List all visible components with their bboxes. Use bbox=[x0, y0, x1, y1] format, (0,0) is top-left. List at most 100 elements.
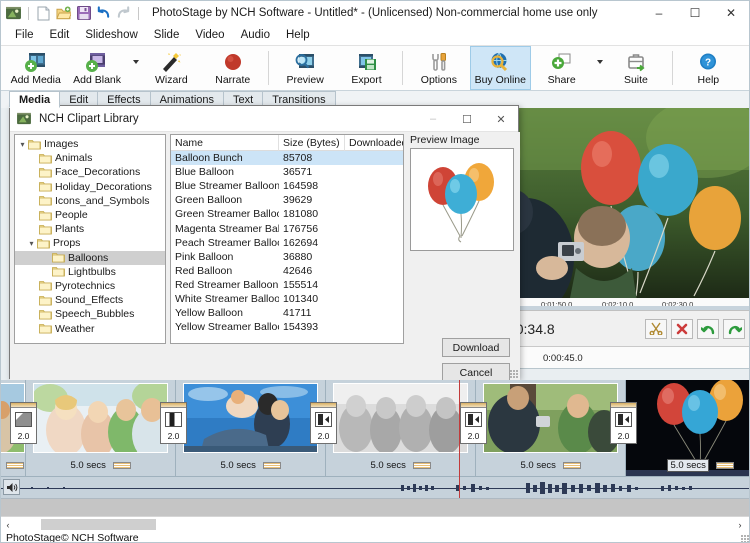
help-label: Help bbox=[697, 74, 720, 86]
add-blank-dropdown[interactable] bbox=[128, 46, 141, 90]
transition-marker[interactable]: 2.0 bbox=[610, 402, 637, 444]
table-row[interactable]: Green Balloon 39629 bbox=[171, 193, 403, 207]
clip-grip-handle[interactable] bbox=[262, 461, 281, 469]
menu-slideshow[interactable]: Slideshow bbox=[77, 27, 145, 43]
table-row[interactable]: Red Balloon 42646 bbox=[171, 264, 403, 278]
table-row[interactable]: Yellow Streamer Balloon 154393 bbox=[171, 320, 403, 334]
menu-help[interactable]: Help bbox=[278, 27, 318, 43]
tree-item-weather[interactable]: Weather bbox=[15, 321, 165, 335]
delete-clip-button[interactable] bbox=[671, 318, 693, 339]
list-item[interactable]: 5.0 secs 2.0 bbox=[26, 380, 187, 476]
tree-item-pyrotechnics[interactable]: Pyrotechnics bbox=[15, 279, 165, 293]
dialog-maximize-button[interactable]: ☐ bbox=[450, 106, 484, 132]
menu-slide[interactable]: Slide bbox=[146, 27, 188, 43]
minimize-button[interactable]: – bbox=[641, 1, 677, 25]
menu-audio[interactable]: Audio bbox=[233, 27, 278, 43]
rotate-right-button[interactable] bbox=[723, 318, 745, 339]
add-media-button[interactable]: Add Media bbox=[5, 46, 66, 90]
list-item[interactable]: 5.0 secs 2.0 bbox=[326, 380, 487, 476]
tree-item-people[interactable]: People bbox=[15, 208, 165, 222]
column-header-name[interactable]: Name bbox=[171, 135, 279, 151]
category-tree[interactable]: ▾ Images Animals Face_Decorations Holida… bbox=[14, 134, 166, 344]
dialog-minimize-button[interactable]: – bbox=[416, 106, 450, 132]
tree-item-icons-and-symbols[interactable]: Icons_and_Symbols bbox=[15, 194, 165, 208]
split-clip-button[interactable] bbox=[645, 318, 667, 339]
clipart-list[interactable]: Name Size (Bytes) Downloaded Balloon Bun… bbox=[170, 134, 404, 344]
audio-track[interactable] bbox=[1, 476, 749, 498]
table-row[interactable]: Magenta Streamer Balloon 176756 bbox=[171, 221, 403, 235]
wizard-button[interactable]: Wizard bbox=[141, 46, 202, 90]
share-button[interactable]: Share bbox=[531, 46, 592, 90]
tree-item-holiday-decorations[interactable]: Holiday_Decorations bbox=[15, 180, 165, 194]
table-row[interactable]: White Streamer Balloon 101340 bbox=[171, 292, 403, 306]
timeline-hscrollbar[interactable]: ‹ › bbox=[1, 516, 749, 532]
maximize-button[interactable]: ☐ bbox=[677, 1, 713, 25]
column-header-size[interactable]: Size (Bytes) bbox=[279, 135, 345, 151]
buy-online-button[interactable]: Buy Online bbox=[469, 46, 531, 90]
dialog-close-button[interactable]: ✕ bbox=[484, 106, 518, 132]
transition-marker[interactable]: 2.0 bbox=[310, 402, 337, 444]
help-button[interactable]: ? Help bbox=[678, 46, 739, 90]
table-row[interactable]: Green Streamer Balloon 181080 bbox=[171, 207, 403, 221]
transition-marker[interactable]: 2.0 bbox=[160, 402, 187, 444]
tree-item-lightbulbs[interactable]: Lightbulbs bbox=[15, 265, 165, 279]
options-button[interactable]: Options bbox=[408, 46, 469, 90]
menu-video[interactable]: Video bbox=[187, 27, 232, 43]
new-icon[interactable] bbox=[35, 5, 52, 22]
narrate-button[interactable]: Narrate bbox=[202, 46, 263, 90]
speaker-icon[interactable] bbox=[3, 479, 20, 495]
app-logo-icon[interactable] bbox=[5, 5, 22, 22]
tree-item-animals[interactable]: Animals bbox=[15, 151, 165, 165]
table-row[interactable]: Yellow Balloon 41711 bbox=[171, 306, 403, 320]
tree-item-sound-effects[interactable]: Sound_Effects bbox=[15, 293, 165, 307]
undo-icon[interactable] bbox=[95, 5, 112, 22]
playhead[interactable] bbox=[459, 380, 460, 498]
save-icon[interactable] bbox=[75, 5, 92, 22]
table-row[interactable]: Red Streamer Balloon 155514 bbox=[171, 278, 403, 292]
chevron-down-icon[interactable]: ▾ bbox=[17, 140, 28, 149]
share-dropdown[interactable] bbox=[592, 46, 605, 90]
chevron-down-icon[interactable]: ▾ bbox=[26, 239, 37, 248]
tree-item-props[interactable]: ▾ Props bbox=[15, 236, 165, 250]
list-item[interactable]: 2.0 bbox=[1, 380, 37, 476]
transition-marker[interactable]: 2.0 bbox=[460, 402, 487, 444]
suite-button[interactable]: Suite bbox=[605, 46, 666, 90]
list-item[interactable]: 5.0 secs 2.0 bbox=[176, 380, 337, 476]
rotate-left-button[interactable] bbox=[697, 318, 719, 339]
export-button[interactable]: Export bbox=[336, 46, 397, 90]
table-row[interactable]: Blue Balloon 36571 bbox=[171, 165, 403, 179]
clip-grip-handle[interactable] bbox=[412, 461, 431, 469]
list-item[interactable]: 5.0 secs 2.0 bbox=[476, 380, 637, 476]
clip-strip[interactable]: 2.0 5.0 secs 2.0 5.0 secs 2.0 5.0 secs 2… bbox=[1, 380, 749, 476]
window-resize-grip[interactable] bbox=[741, 535, 749, 542]
table-row[interactable]: Peach Streamer Balloon 162694 bbox=[171, 236, 403, 250]
scroll-thumb[interactable] bbox=[41, 519, 156, 530]
column-header-downloaded[interactable]: Downloaded bbox=[345, 135, 403, 151]
tree-item-face-decorations[interactable]: Face_Decorations bbox=[15, 165, 165, 179]
close-button[interactable]: ✕ bbox=[713, 1, 749, 25]
tree-item-speech-bubbles[interactable]: Speech_Bubbles bbox=[15, 307, 165, 321]
transition-marker[interactable]: 2.0 bbox=[10, 402, 37, 444]
list-item[interactable]: 5.0 secs 2.0 bbox=[626, 380, 749, 476]
table-row[interactable]: Pink Balloon 36880 bbox=[171, 250, 403, 264]
menu-edit[interactable]: Edit bbox=[42, 27, 78, 43]
clip-grip-handle[interactable] bbox=[112, 461, 131, 469]
add-blank-button[interactable]: Add Blank bbox=[66, 46, 127, 90]
clip-grip-handle[interactable] bbox=[6, 461, 24, 469]
clip-grip-handle[interactable] bbox=[562, 461, 581, 469]
tree-item-plants[interactable]: Plants bbox=[15, 222, 165, 236]
scroll-right-button[interactable]: › bbox=[733, 520, 747, 530]
resize-grip[interactable] bbox=[510, 370, 518, 378]
download-button[interactable]: Download bbox=[442, 338, 510, 357]
redo-icon[interactable] bbox=[115, 5, 132, 22]
menu-file[interactable]: File bbox=[7, 27, 42, 43]
scroll-left-button[interactable]: ‹ bbox=[1, 520, 15, 530]
tree-item-balloons[interactable]: Balloons bbox=[15, 250, 165, 265]
open-icon[interactable] bbox=[55, 5, 72, 22]
tree-item-images[interactable]: ▾ Images bbox=[15, 137, 165, 151]
table-row[interactable]: Blue Streamer Balloon 164598 bbox=[171, 179, 403, 193]
tab-media[interactable]: Media bbox=[9, 91, 61, 108]
preview-button[interactable]: Preview bbox=[274, 46, 335, 90]
clip-grip-handle[interactable] bbox=[715, 461, 734, 469]
table-row[interactable]: Balloon Bunch 85708 bbox=[171, 151, 403, 166]
